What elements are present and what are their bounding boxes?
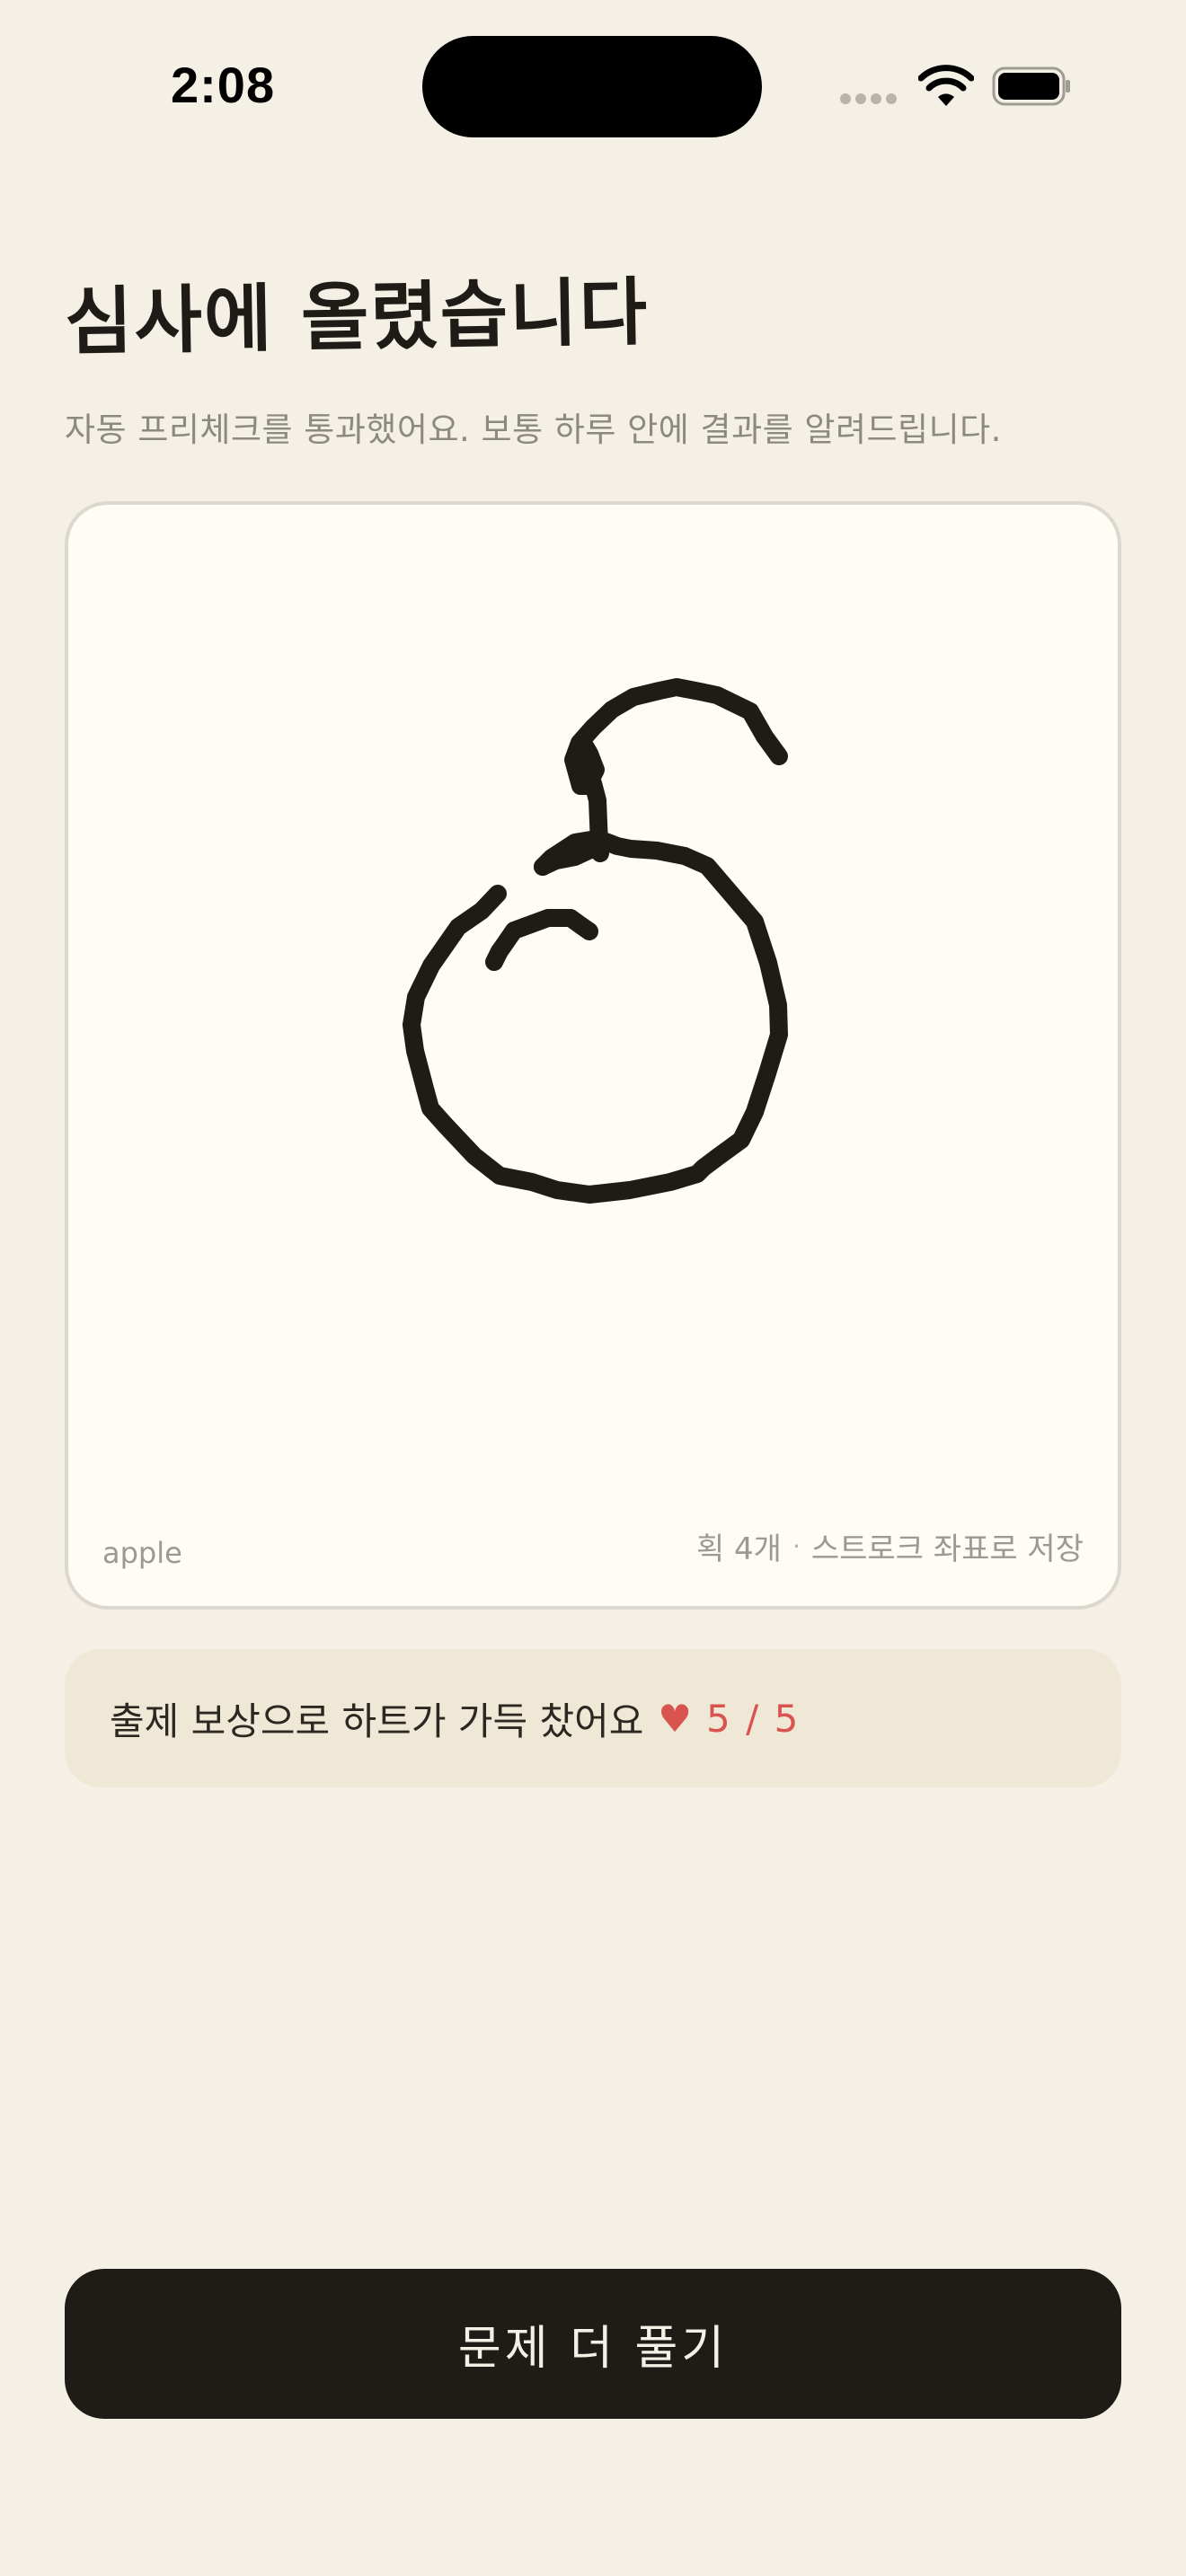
drawing-stroke-outline (403, 831, 788, 1204)
drawing-meta: 획 4개 · 스트로크 좌표로 저장 (696, 1524, 1084, 1568)
reward-text: 출제 보상으로 하트가 가득 찼어요 (110, 1698, 644, 1743)
storage-note: 스트로크 좌표로 저장 (810, 1531, 1084, 1567)
drawing-category: apple (102, 1536, 182, 1570)
apple-drawing (403, 678, 788, 1204)
drawing-card: apple 획 4개 · 스트로크 좌표로 저장 (65, 501, 1121, 1610)
heart-count: 5 / 5 (706, 1696, 801, 1741)
heart-icon: ♥ (658, 1696, 693, 1741)
stroke-count: 획 4개 (695, 1531, 782, 1567)
status-time: 2:08 (171, 57, 276, 113)
battery-icon (992, 66, 1070, 106)
reward-banner: 출제 보상으로 하트가 가득 찼어요 ♥ 5 / 5 (65, 1649, 1121, 1787)
dynamic-island (422, 36, 762, 137)
wifi-icon (918, 65, 974, 106)
drawing-stroke-inner (485, 909, 598, 971)
submission-screen: 2:08 심사에 올렸습니다 자동 프리체크를 통과했어요. 보통 하루 안에 … (0, 0, 1186, 2576)
drawing-stroke-stem (564, 678, 788, 862)
signal-icon (840, 93, 897, 104)
page-title: 심사에 올렸습니다 (64, 269, 650, 366)
more-problems-button[interactable]: 문제 더 풀기 (65, 2269, 1121, 2419)
meta-separator: · (792, 1531, 801, 1561)
page-subtitle: 자동 프리체크를 통과했어요. 보통 하루 안에 결과를 알려드립니다. (65, 410, 1002, 449)
